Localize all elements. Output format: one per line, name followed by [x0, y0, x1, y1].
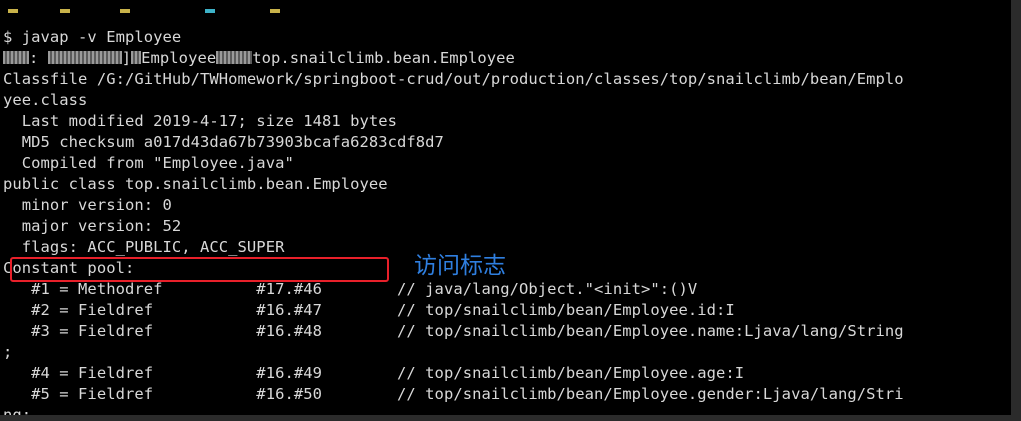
terminal-line: major version: 52: [3, 217, 182, 235]
screenshot-frame: $ javap -v Employee : ] Employee top.snail…: [0, 0, 1021, 421]
terminal-line: public class top.snailclimb.bean.Employe…: [3, 175, 388, 193]
terminal-line: #1 = Methodref #17.#46 // java/lang/Obje…: [3, 280, 698, 298]
garbled-segment: ]: [121, 49, 132, 67]
cutoff-glyph: [8, 9, 18, 13]
garbled-text: [3, 51, 29, 64]
terminal-line: Compiled from "Employee.java": [3, 154, 294, 172]
terminal-output: $ javap -v Employee : ] Employee top.snail…: [3, 27, 904, 415]
garbled-segment: :: [29, 49, 48, 67]
cutoff-glyph: [270, 9, 280, 13]
garbled-text: [131, 51, 142, 64]
terminal-line: minor version: 0: [3, 196, 172, 214]
flags-highlight-box: [10, 257, 389, 282]
garbled-text: [47, 51, 122, 64]
terminal-line: #2 = Fieldref #16.#47 // top/snailclimb/…: [3, 301, 735, 319]
garbled-segment: Employee: [141, 49, 217, 67]
terminal-window[interactable]: $ javap -v Employee : ] Employee top.snail…: [0, 22, 1011, 415]
garbled-text: [216, 51, 253, 64]
terminal-line-garbled: : ] Employee top.snailclimb.bean.Employee: [3, 48, 904, 69]
cutoff-glyph: [205, 9, 215, 13]
cutoff-glyph: [120, 9, 130, 13]
terminal-line: #5 = Fieldref #16.#50 // top/snailclimb/…: [3, 385, 904, 403]
garbled-segment: top.snailclimb.bean.Employee: [252, 49, 515, 67]
terminal-line: yee.class: [3, 91, 88, 109]
access-flags-annotation: 访问标志: [414, 253, 506, 279]
terminal-top-cutoff: [0, 0, 1011, 22]
terminal-line-command: $ javap -v Employee: [3, 28, 182, 46]
terminal-line: ;: [3, 343, 13, 361]
terminal-line: ng;: [3, 406, 32, 415]
scrollbar-track[interactable]: [1011, 0, 1021, 421]
terminal-line: #3 = Fieldref #16.#48 // top/snailclimb/…: [3, 322, 904, 340]
terminal-line: Last modified 2019-4-17; size 1481 bytes: [3, 112, 398, 130]
terminal-line: Classfile /G:/GitHub/TWHomework/springbo…: [3, 70, 904, 88]
terminal-line: #4 = Fieldref #16.#49 // top/snailclimb/…: [3, 364, 745, 382]
terminal-line: MD5 checksum a017d43da67b73903bcafa6283c…: [3, 133, 444, 151]
cutoff-glyph: [60, 9, 70, 13]
